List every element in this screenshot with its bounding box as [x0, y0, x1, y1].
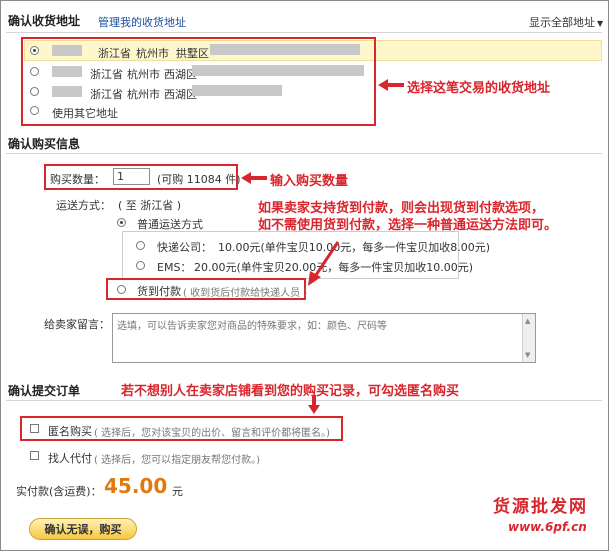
normal-shipping-radio[interactable]	[117, 218, 126, 227]
divider	[6, 400, 602, 401]
express-radio[interactable]	[136, 241, 145, 250]
total-unit: 元	[172, 485, 183, 498]
divider	[6, 32, 602, 33]
scroll-down-icon[interactable]: ▼	[525, 351, 530, 359]
anonymous-checkbox[interactable]	[30, 424, 39, 433]
shipping-destination: ( 至 浙江省 )	[118, 199, 182, 212]
proxy-pay-label: 找人代付	[48, 452, 92, 465]
message-scrollbar[interactable]: ▲ ▼	[522, 314, 535, 362]
divider	[6, 153, 602, 154]
quantity-highlight-box	[44, 164, 238, 190]
proxy-pay-checkbox[interactable]	[30, 451, 39, 460]
express-label: 快递公司：	[157, 241, 212, 254]
cod-note: ( 收到货后付款给快递人员 )	[183, 288, 308, 299]
anonymous-note: ( 选择后，您对该宝贝的出价、留言和评价都将匿名。)	[94, 428, 330, 439]
show-all-label: 显示全部地址	[529, 16, 595, 29]
confirm-purchase-button[interactable]: 确认无误，购买	[29, 518, 137, 540]
purchase-section-title: 确认购买信息	[8, 137, 81, 151]
chevron-down-icon: ▼	[597, 19, 604, 28]
arrow-down-icon	[308, 395, 320, 418]
proxy-pay-note: ( 选择后，您可以指定朋友帮您付款。)	[94, 455, 260, 466]
anonymous-label: 匿名购买	[48, 425, 92, 438]
manage-address-link[interactable]: 管理我的收货地址	[98, 14, 186, 30]
total-label: 实付款(含运费)：	[16, 485, 102, 498]
cod-radio[interactable]	[117, 285, 126, 294]
show-all-address-link[interactable]: 显示全部地址 ▼	[529, 14, 603, 30]
ems-radio[interactable]	[136, 261, 145, 270]
total-price: 45.00	[104, 474, 168, 498]
arrow-left-icon	[241, 171, 267, 188]
address-annotation: 选择这笔交易的收货地址	[407, 81, 551, 96]
address-highlight-box	[21, 37, 376, 126]
message-textarea[interactable]: 选填，可以告诉卖家您对商品的特殊要求，如：颜色、尺码等 ▲ ▼	[112, 313, 536, 363]
address-section-title: 确认收货地址	[8, 14, 81, 28]
normal-shipping-label: 普通运送方式	[137, 218, 203, 231]
anonymous-annotation: 若不想别人在卖家店铺看到您的购买记录，可勾选匿名购买	[121, 384, 460, 399]
cod-label: 货到付款	[137, 285, 181, 298]
watermark-title: 货源批发网	[493, 497, 588, 517]
arrow-down-left-icon	[306, 240, 342, 291]
scroll-up-icon[interactable]: ▲	[525, 317, 530, 325]
submit-section-title: 确认提交订单	[8, 384, 81, 398]
watermark-url: www.6pf.cn	[508, 520, 587, 534]
message-label: 给卖家留言：	[44, 318, 110, 331]
arrow-left-icon	[378, 78, 404, 95]
ems-label: EMS：	[157, 261, 192, 274]
quantity-annotation: 输入购买数量	[270, 174, 349, 189]
express-detail: 10.00元(单件宝贝10.00元，每多一件宝贝加收8.00元)	[218, 241, 491, 254]
message-placeholder: 选填，可以告诉卖家您对商品的特殊要求，如：颜色、尺码等	[117, 321, 387, 332]
shipping-label: 运送方式：	[56, 199, 111, 212]
